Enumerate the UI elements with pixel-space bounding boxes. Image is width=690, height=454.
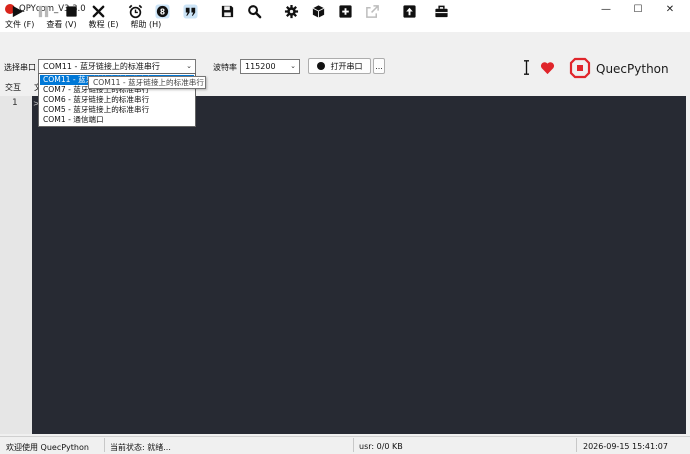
status-divider — [576, 438, 577, 452]
close-icon[interactable] — [88, 2, 108, 21]
text-cursor-icon — [524, 59, 529, 76]
close-button[interactable]: ✕ — [656, 0, 684, 19]
save-icon[interactable] — [217, 2, 237, 21]
open-port-button[interactable]: 打开串口 — [308, 58, 371, 74]
dropdown-option[interactable]: COM1 - 通信端口 — [40, 115, 194, 125]
tooltip: COM11 - 蓝牙链接上的标准串行 — [88, 76, 206, 89]
minimize-button[interactable]: — — [592, 0, 620, 19]
status-datetime: 2026-09-15 15:41:07 — [583, 442, 668, 451]
gear-icon[interactable] — [281, 2, 301, 21]
chevron-down-icon: ⌄ — [290, 62, 296, 70]
cube-icon[interactable] — [308, 2, 328, 21]
dropdown-option[interactable]: COM5 - 蓝牙链接上的标准串行 — [40, 105, 194, 115]
svg-text:8: 8 — [159, 7, 164, 16]
repl-console[interactable] — [32, 96, 686, 434]
dropdown-option[interactable]: COM6 - 蓝牙链接上的标准串行 — [40, 95, 194, 105]
line-gutter — [0, 96, 32, 434]
more-button[interactable]: ... — [373, 58, 385, 74]
add-icon[interactable] — [335, 2, 355, 21]
search-icon[interactable] — [244, 2, 264, 21]
baud-label: 波特率 — [213, 63, 237, 72]
alarm-clock-icon[interactable] — [125, 2, 145, 21]
brand-name: QuecPython — [596, 62, 669, 76]
record-icon — [316, 62, 325, 70]
play-icon[interactable] — [7, 2, 27, 21]
tab-interact[interactable]: 交互 — [5, 82, 21, 93]
port-select-value: COM11 - 蓝牙链接上的标准串行 — [43, 62, 160, 71]
stop-icon[interactable] — [61, 2, 81, 21]
upload-icon[interactable] — [399, 2, 419, 21]
status-state: 当前状态: 就绪... — [110, 443, 171, 452]
export-icon[interactable] — [362, 2, 382, 21]
toolbar — [0, 32, 690, 55]
baud-select-value: 115200 — [245, 62, 276, 71]
status-usr: usr: 0/0 KB — [359, 442, 403, 451]
toolbox-icon[interactable] — [431, 2, 451, 21]
quecpython-logo-icon — [569, 57, 591, 79]
port-label: 选择串口 — [4, 63, 36, 72]
open-port-label: 打开串口 — [330, 61, 363, 71]
pause-icon[interactable] — [33, 2, 53, 21]
eight-icon[interactable]: 8 — [152, 2, 172, 21]
status-divider — [353, 438, 354, 452]
status-divider — [104, 438, 105, 452]
maximize-button[interactable]: ☐ — [624, 0, 652, 19]
chevron-down-icon: ⌄ — [186, 62, 192, 70]
line-number: 1 — [12, 98, 18, 108]
heart-icon[interactable] — [540, 61, 555, 75]
quote-icon[interactable] — [180, 2, 200, 21]
status-welcome: 欢迎使用 QuecPython — [6, 443, 89, 452]
port-select[interactable]: COM11 - 蓝牙链接上的标准串行 ⌄ — [38, 59, 196, 74]
baud-select[interactable]: 115200 ⌄ — [240, 59, 300, 74]
